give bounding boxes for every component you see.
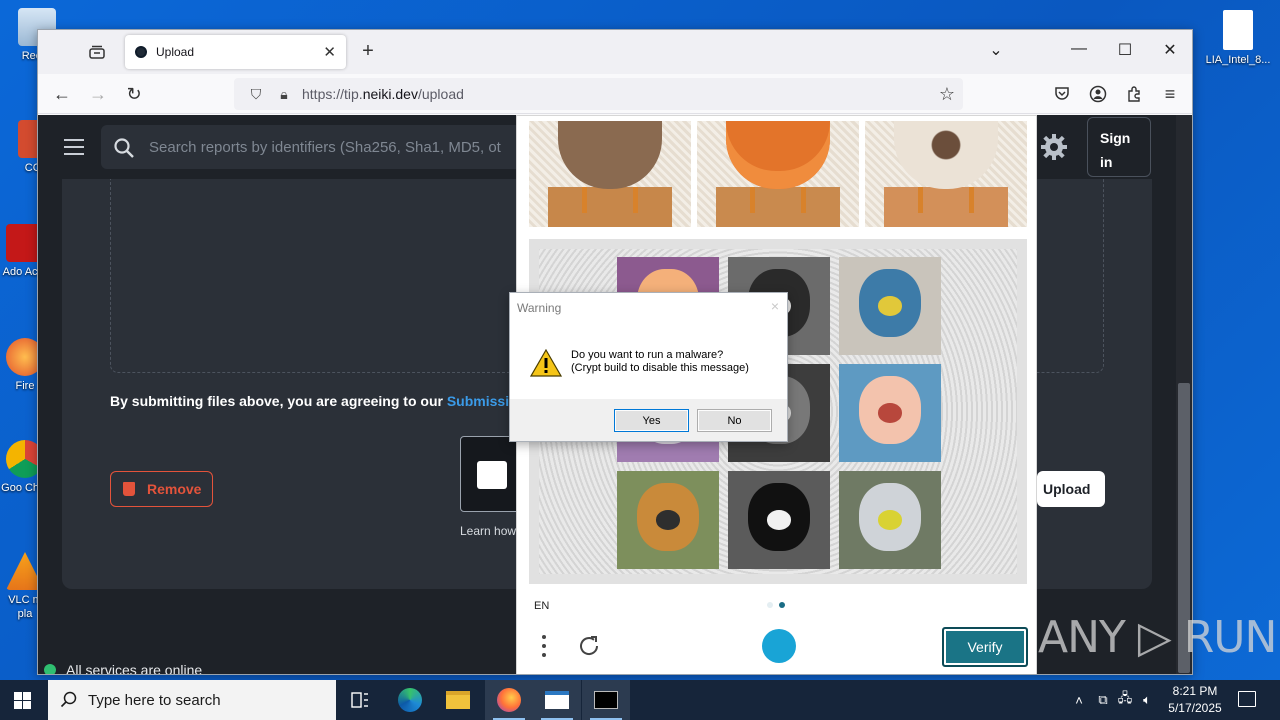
desktop-icon-label: Fire <box>15 380 35 392</box>
anyrun-watermark: ANY ▷ RUN <box>1038 612 1277 663</box>
captcha-tile[interactable] <box>728 471 830 569</box>
taskbar: Type here to search ˄ ⧉ 🖧︎ 🔈︎ 8:21 PM 5/… <box>0 680 1280 720</box>
maximize-button[interactable]: ☐ <box>1113 40 1137 60</box>
menu-icon[interactable]: ≡ <box>1158 82 1182 106</box>
captcha-tile[interactable] <box>839 257 941 355</box>
desktop-icon-label: LIA_Intel_8... <box>1205 54 1271 66</box>
url-host: https://tip. <box>302 86 363 102</box>
clock[interactable]: 8:21 PM 5/17/2025 <box>1160 683 1230 717</box>
remove-button[interactable]: Remove <box>110 471 213 507</box>
dialog-message-line: (Crypt build to disable this message) <box>571 362 749 374</box>
terms-text: By submitting files above, you are agree… <box>110 393 447 409</box>
clock-date: 5/17/2025 <box>1168 701 1222 715</box>
refresh-icon[interactable] <box>577 634 601 658</box>
back-button[interactable]: ← <box>50 82 74 106</box>
language-selector[interactable]: EN <box>534 600 549 612</box>
video-tutorial-thumbnail[interactable] <box>460 436 520 512</box>
desktop-icon-file[interactable]: LIA_Intel_8... <box>1200 10 1276 67</box>
warning-dialog: Warning × Do you want to run a malware? … <box>509 292 788 442</box>
search-icon <box>114 138 134 158</box>
task-view-icon[interactable] <box>336 680 384 720</box>
address-bar[interactable]: ⛉ 🔒︎ https://tip.neiki.dev/upload ☆ <box>234 78 963 110</box>
document-icon <box>1223 10 1253 50</box>
navigation-bar: ← → ↻ ⛉ 🔒︎ https://tip.neiki.dev/upload … <box>38 74 1192 114</box>
device-icon[interactable]: ⧉ <box>1092 692 1114 708</box>
more-options-icon[interactable] <box>542 635 548 661</box>
captcha-tile[interactable] <box>839 471 941 569</box>
sign-in-button[interactable]: Sign in <box>1087 117 1151 177</box>
tab-title: Upload <box>156 45 195 59</box>
captcha-tile[interactable] <box>839 364 941 462</box>
gear-icon[interactable] <box>1040 133 1068 161</box>
dialog-footer: Yes No <box>510 399 787 441</box>
search-icon <box>60 691 77 708</box>
account-icon[interactable] <box>1086 82 1110 106</box>
warning-icon <box>530 349 562 377</box>
extensions-icon[interactable] <box>1122 82 1146 106</box>
dialog-message: Do you want to run a malware? (Crypt bui… <box>571 349 749 375</box>
chevron-down-icon[interactable]: ⌄ <box>984 40 1008 60</box>
bookmark-star-icon[interactable]: ☆ <box>939 84 955 105</box>
close-tab-icon[interactable]: ✕ <box>323 43 336 61</box>
file-explorer-icon[interactable] <box>434 680 482 720</box>
dialog-title: Warning <box>517 301 562 315</box>
captcha-pager <box>767 602 785 608</box>
learn-how-text[interactable]: Learn how <box>460 524 516 538</box>
captcha-tile[interactable] <box>617 471 719 569</box>
pager-dot <box>767 602 773 608</box>
status-text: All services are online <box>66 662 203 674</box>
edge-icon[interactable] <box>386 680 434 720</box>
notification-icon[interactable] <box>1238 691 1256 707</box>
tab-upload[interactable]: Upload ✕ <box>125 35 346 69</box>
hcaptcha-logo-icon <box>762 629 796 663</box>
captcha-example-images <box>529 121 1027 227</box>
forward-button[interactable]: → <box>86 82 110 106</box>
close-window-button[interactable]: ✕ <box>1158 40 1182 60</box>
system-tray: ˄ ⧉ 🖧︎ 🔈︎ <box>1070 680 1158 720</box>
taskbar-search-input[interactable]: Type here to search <box>48 680 336 720</box>
network-icon[interactable]: 🖧︎ <box>1114 689 1136 711</box>
status-check-icon <box>44 664 56 674</box>
pocket-icon[interactable] <box>1050 82 1074 106</box>
hamburger-menu-icon[interactable] <box>64 139 84 155</box>
terms-notice: By submitting files above, you are agree… <box>110 393 526 409</box>
dialog-message-line: Do you want to run a malware? <box>571 349 724 361</box>
example-image-bird-3 <box>865 121 1027 227</box>
dialog-close-icon[interactable]: × <box>771 298 779 314</box>
yes-button[interactable]: Yes <box>614 409 689 432</box>
chevron-up-icon[interactable]: ˄ <box>1070 693 1088 708</box>
lock-icon[interactable]: 🔒︎ <box>274 86 294 103</box>
pager-dot-active <box>779 602 785 608</box>
verify-button[interactable]: Verify <box>942 627 1028 667</box>
windows-start-icon[interactable] <box>14 692 31 709</box>
page-scrollbar[interactable] <box>1176 115 1192 674</box>
example-image-bird-2 <box>697 121 859 227</box>
url-path: /upload <box>417 86 464 102</box>
example-image-bird-1 <box>529 121 691 227</box>
tab-bar: Upload ✕ + ⌄ — ☐ ✕ <box>38 30 1192 74</box>
tab-list-button[interactable] <box>84 40 110 64</box>
service-status: All services are online <box>44 662 202 674</box>
url-domain: neiki.dev <box>362 86 418 102</box>
search-placeholder: Search reports by identifiers (Sha256, S… <box>149 138 501 156</box>
tab-list-icon <box>89 45 105 59</box>
volume-icon[interactable]: 🔈︎ <box>1136 692 1158 708</box>
clock-time: 8:21 PM <box>1172 684 1218 698</box>
trash-icon <box>123 482 135 496</box>
no-button[interactable]: No <box>697 409 772 432</box>
remove-label: Remove <box>147 481 202 497</box>
upload-button[interactable]: Upload <box>1037 471 1105 507</box>
video-camera-icon <box>477 461 507 489</box>
taskbar-search-placeholder: Type here to search <box>88 691 221 709</box>
app-window-taskbar-icon[interactable] <box>533 680 581 720</box>
url-text: https://tip.neiki.dev/upload <box>302 86 464 102</box>
firefox-taskbar-icon[interactable] <box>485 680 533 720</box>
favicon-icon <box>135 46 147 58</box>
minimize-button[interactable]: — <box>1067 40 1091 58</box>
shield-icon[interactable]: ⛉ <box>246 86 266 103</box>
new-tab-button[interactable]: + <box>356 40 380 63</box>
command-prompt-icon[interactable] <box>582 680 630 720</box>
reload-button[interactable]: ↻ <box>122 82 146 106</box>
